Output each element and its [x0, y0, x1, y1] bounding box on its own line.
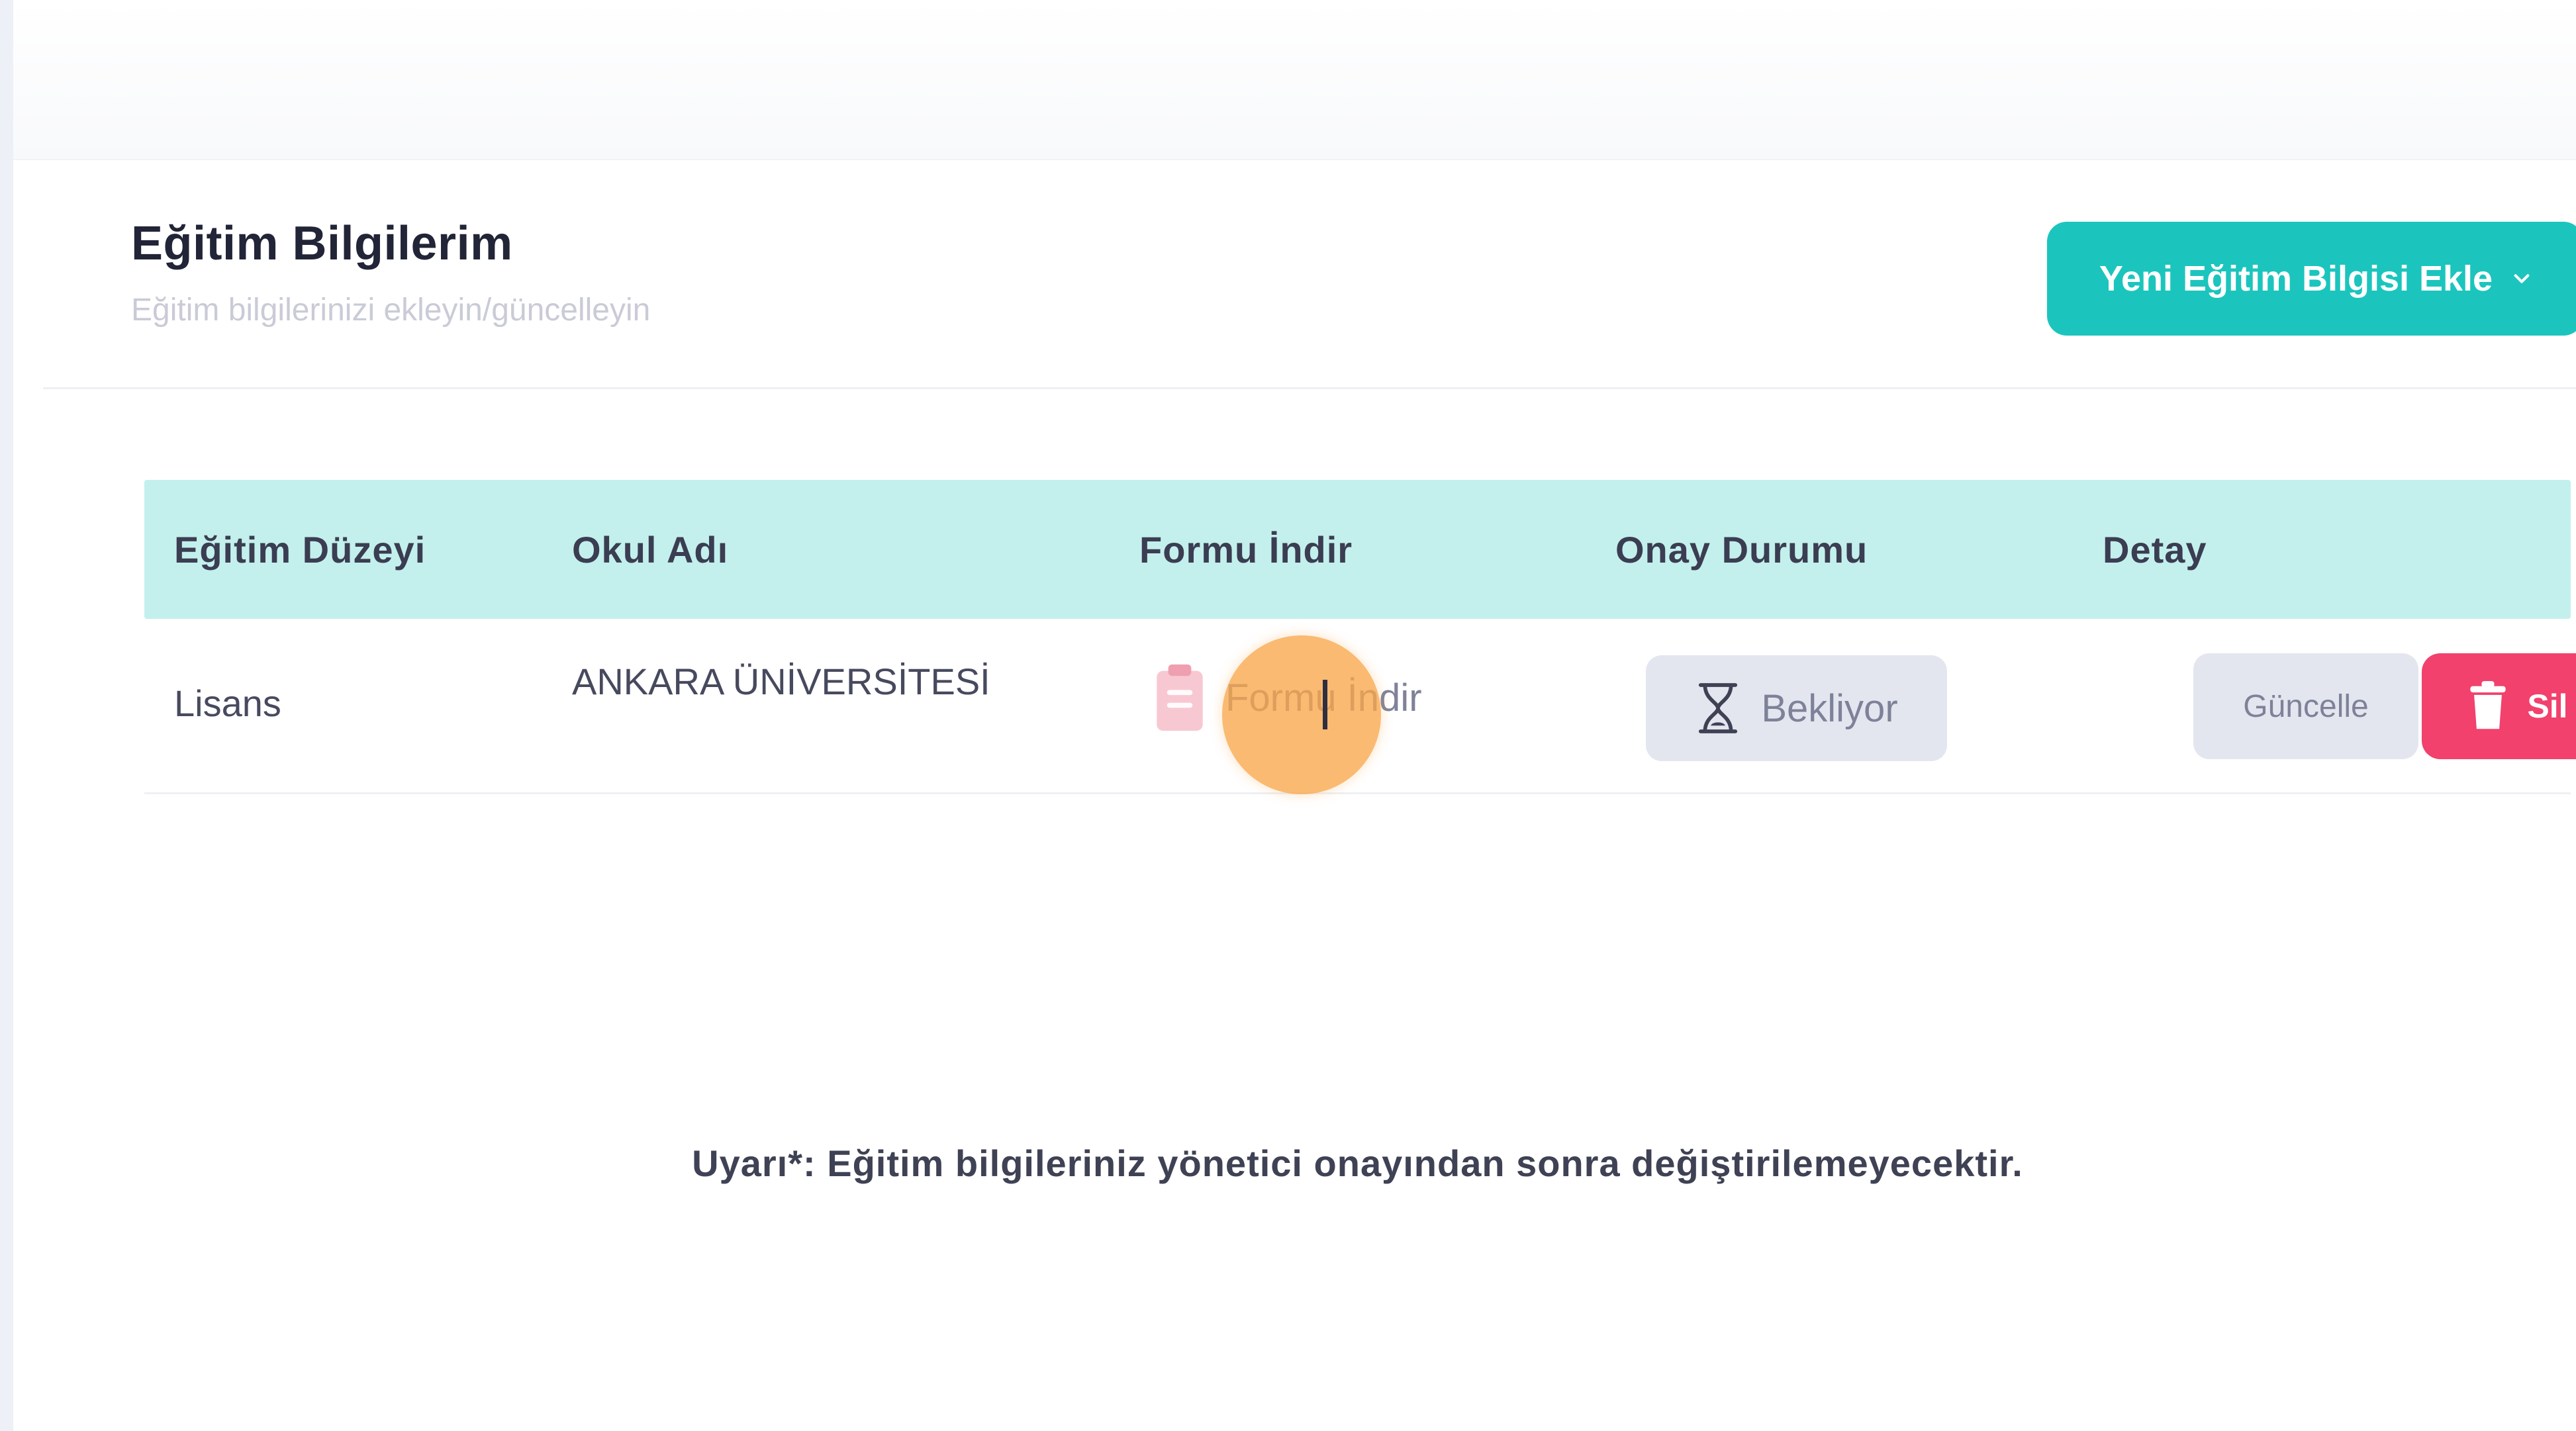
warning-message: Uyarı*: Eğitim bilgileriniz yönetici ona…: [692, 1142, 2023, 1184]
page-frame: Eğitim Bilgilerim Eğitim bilgilerinizi e…: [13, 0, 2576, 1431]
card-header: Eğitim Bilgilerim Eğitim bilgilerinizi e…: [43, 162, 2576, 389]
add-education-button[interactable]: Yeni Eğitim Bilgisi Ekle: [2047, 222, 2576, 336]
column-header-detail: Detay: [2103, 528, 2207, 571]
education-level-cell: Lisans: [174, 682, 281, 724]
status-badge: Bekliyor: [1646, 655, 1947, 761]
page-subtitle: Eğitim bilgilerinizi ekleyin/güncelleyin: [131, 293, 651, 328]
page-title: Eğitim Bilgilerim: [131, 217, 513, 270]
column-header-download: Formu İndir: [1139, 528, 1353, 571]
trash-icon: [2470, 681, 2506, 729]
chevron-down-icon: [2514, 274, 2530, 283]
column-header-school: Okul Adı: [572, 528, 729, 571]
table-header: Eğitim Düzeyi Okul Adı Formu İndir Onay …: [144, 480, 2571, 619]
status-label: Bekliyor: [1761, 686, 1898, 730]
text-cursor: [1323, 680, 1327, 729]
clipboard-icon: [1157, 664, 1203, 731]
column-header-level: Eğitim Düzeyi: [174, 528, 426, 571]
click-indicator: [1222, 635, 1381, 794]
school-name-cell: ANKARA ÜNİVERSİTESİ: [572, 661, 990, 702]
top-band: [13, 0, 2576, 160]
delete-button-label: Sil: [2527, 688, 2568, 725]
update-button[interactable]: Güncelle: [2193, 653, 2418, 759]
delete-button[interactable]: Sil: [2422, 653, 2576, 759]
hourglass-icon: [1699, 683, 1738, 733]
add-education-button-label: Yeni Eğitim Bilgisi Ekle: [2099, 259, 2493, 299]
column-header-status: Onay Durumu: [1615, 528, 1868, 571]
